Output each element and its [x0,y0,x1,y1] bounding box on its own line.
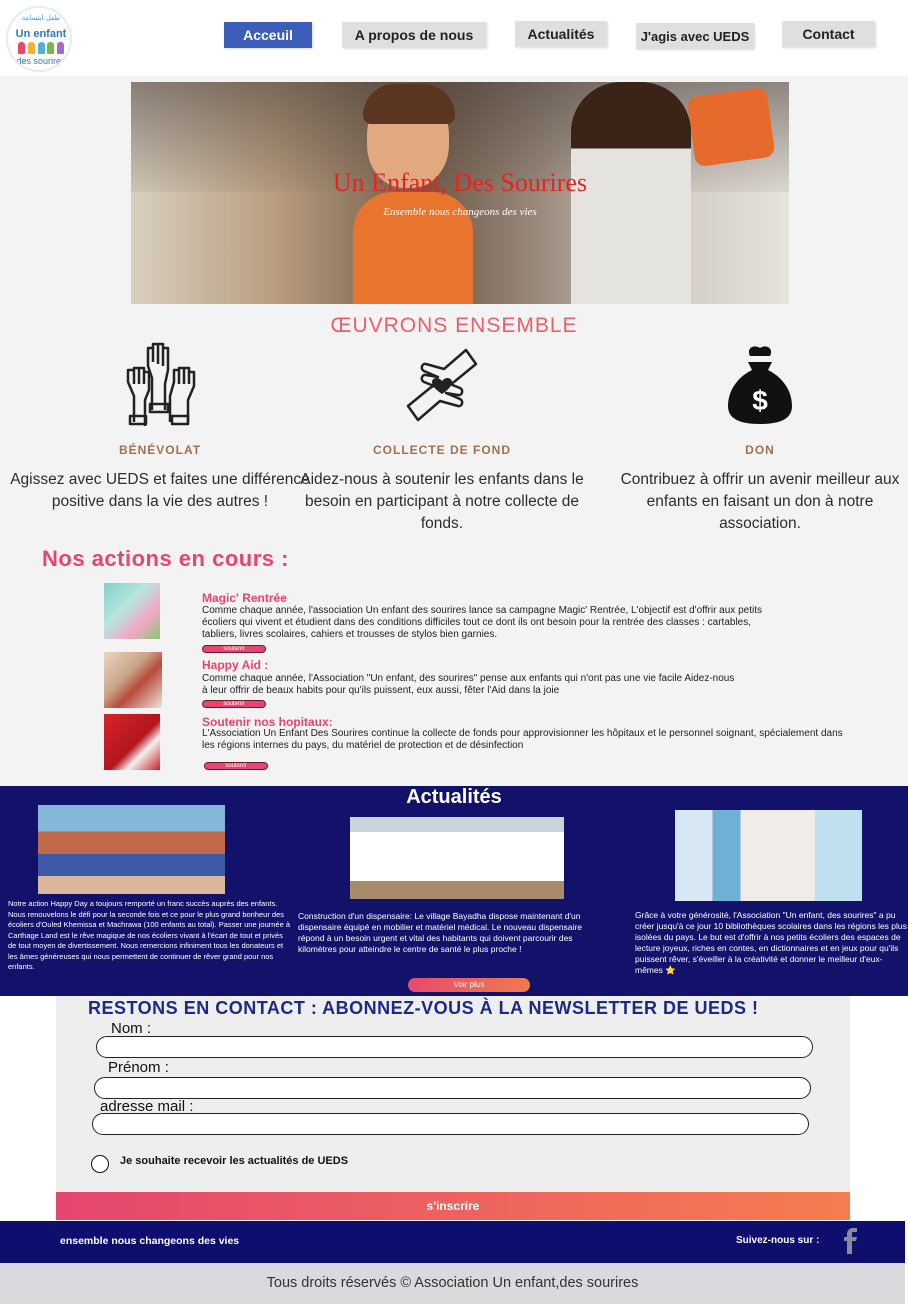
feature-benevolat[interactable]: BÉNÉVOLAT Agissez avec UEDS et faites un… [10,338,310,513]
feature-label: BÉNÉVOLAT [118,443,202,457]
logo-kids-icon [18,42,64,54]
footer-follow-label: Suivez-nous sur : [736,1235,820,1246]
email-input[interactable] [92,1113,809,1135]
section-title: ŒUVRONS ENSEMBLE [330,314,578,337]
footer-tagline: ensemble nous changeons des vies [60,1235,240,1247]
action-title: Happy Aid : [202,658,269,672]
hero-title: Un Enfant, Des Sourires [332,168,588,197]
news-image-dispensaire[interactable] [350,817,564,899]
soutenir-button[interactable]: soutenir [204,762,268,770]
news-text: Construction d'un dispensaire: Le villag… [298,911,582,954]
logo-kid [37,42,45,54]
action-thumbnail [104,714,160,770]
feature-label: COLLECTE DE FOND [373,443,511,457]
logo-kid [18,42,25,54]
copyright: Tous droits réservés © Association Un en… [0,1263,905,1304]
logo-line-1: Un enfant [15,28,67,40]
news-text: Notre action Happy Day a toujours rempor… [8,899,291,971]
soutenir-button[interactable]: soutenir [202,700,266,708]
nav-acceuil[interactable]: Acceuil [224,22,312,48]
action-text: Comme chaque année, l'association Un enf… [202,605,762,640]
action-title: Magic' Rentrée [202,591,287,605]
prenom-input[interactable] [94,1077,811,1099]
page: طفل ابتسامة Un enfant des sourires Acceu… [0,0,908,1304]
feature-don[interactable]: $ DON Contribuez à offrir un avenir meil… [610,338,908,535]
nom-label: Nom : [111,1020,152,1037]
action-text: L'Association Un Enfant Des Sourires con… [202,728,843,751]
newsletter-optin-label: Je souhaite recevoir les actualités de U… [120,1155,349,1167]
ueds-logo[interactable]: طفل ابتسامة Un enfant des sourires [6,6,72,72]
raised-hands-icon [126,342,196,426]
logo-kid [57,42,64,54]
nom-input[interactable] [96,1036,813,1058]
nav-jagis-avec-ueds[interactable]: J'agis avec UEDS [636,23,754,49]
action-thumbnail [104,652,162,708]
logo-kid [47,42,55,54]
news-image-bibliotheque[interactable] [675,810,862,901]
news-text: Grâce à votre générosité, l'Association … [635,910,907,975]
actions-title: Nos actions en cours : [42,546,289,571]
facebook-icon[interactable] [840,1228,860,1254]
soutenir-button[interactable]: soutenir [202,645,266,653]
nav-actualites[interactable]: Actualités [515,21,607,47]
hero-child-hair [363,84,455,124]
logo-arabic-text: طفل ابتسامة [21,14,61,22]
action-thumbnail [104,583,160,639]
svg-text:$: $ [752,385,768,416]
feature-collecte[interactable]: COLLECTE DE FOND Aidez-nous à soutenir l… [292,338,592,535]
voir-plus-button[interactable]: Voir plus [408,978,530,992]
prenom-label: Prénom : [108,1059,169,1076]
money-bag-icon: $ [728,346,792,424]
sinscrire-button[interactable]: s'inscrire [56,1192,850,1220]
logo-line-2: des sourires [16,56,66,66]
feature-label: DON [745,443,775,457]
hero-banner: Un Enfant, Des Sourires Ensemble nous ch… [131,82,789,304]
action-text: Comme chaque année, l'Association "Un en… [202,673,735,696]
hand-heart-icon [406,348,478,422]
hero-subtitle: Ensemble nous changeons des vies [383,206,537,218]
nav-a-propos[interactable]: A propos de nous [342,22,486,48]
newsletter-title: RESTONS EN CONTACT : ABONNEZ-VOUS À LA N… [88,998,759,1018]
logo-kid [27,42,35,54]
newsletter-optin-radio[interactable] [91,1155,109,1173]
feature-text: Contribuez à offrir un avenir meilleur a… [620,471,900,532]
hero-chair [686,86,776,168]
news-image-happy-day[interactable] [38,805,225,894]
nav-contact[interactable]: Contact [782,21,875,47]
feature-text: Aidez-nous à soutenir les enfants dans l… [300,471,584,532]
action-title: Soutenir nos hopitaux: [202,715,333,729]
site-header: طفل ابتسامة Un enfant des sourires Acceu… [0,0,908,76]
feature-text: Agissez avec UEDS et faites une différen… [10,471,310,510]
